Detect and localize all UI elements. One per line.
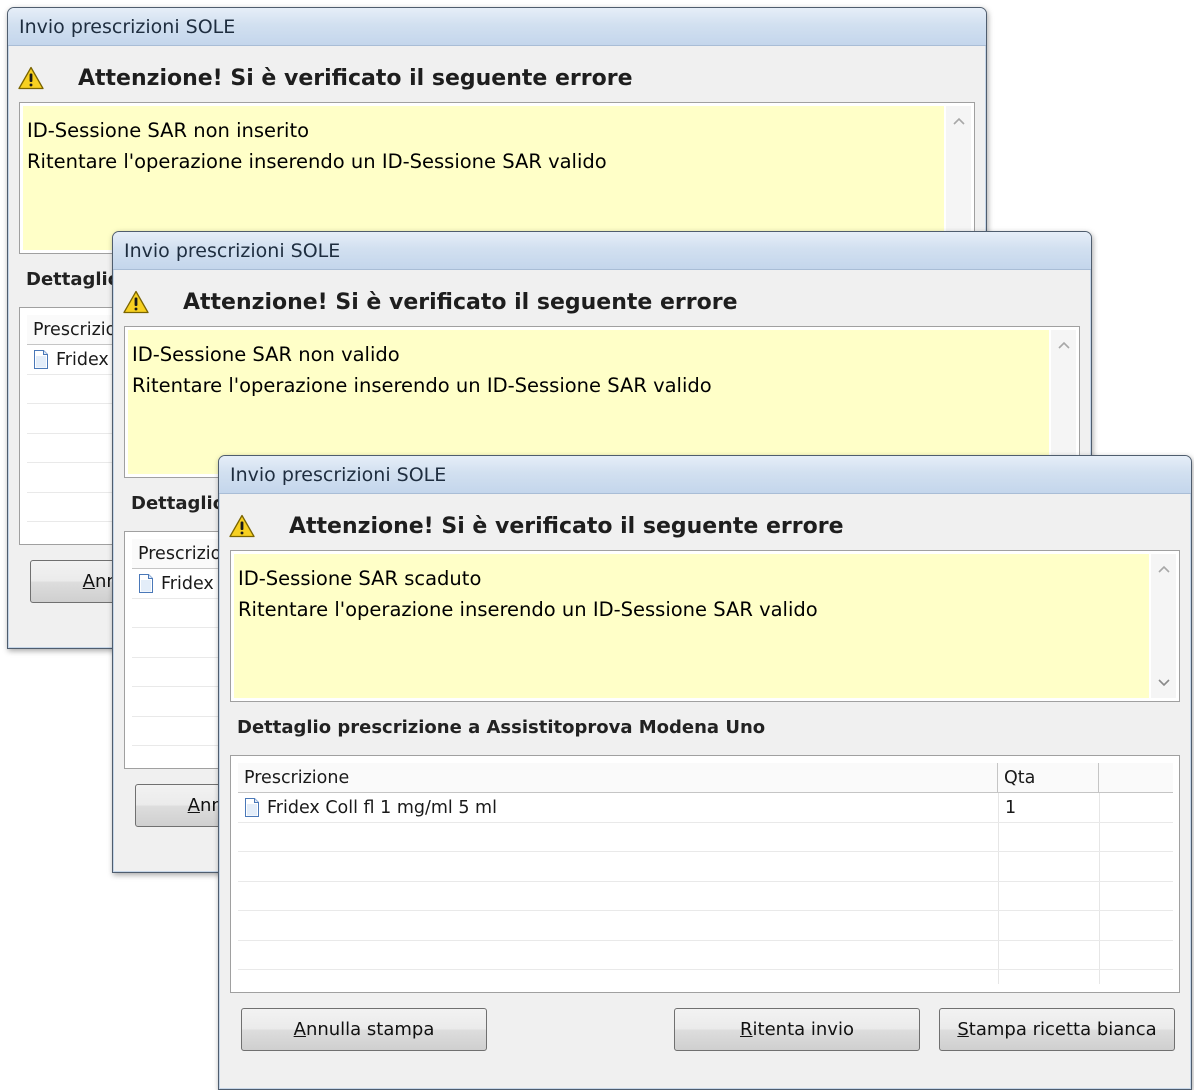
button-accelerator: A xyxy=(82,571,95,592)
ritenta-invio-button[interactable]: Ritenta invio xyxy=(674,1008,920,1051)
table-row-empty xyxy=(238,852,1173,882)
window-title: Invio prescrizioni SOLE xyxy=(124,239,341,262)
warning-icon xyxy=(123,290,149,314)
table-row-empty xyxy=(238,941,1173,970)
warning-icon xyxy=(229,514,255,538)
prescription-list[interactable]: Prescrizione Qta Fridex Coll fl 1 mg/ml … xyxy=(230,755,1180,993)
scroll-up-arrow-icon[interactable] xyxy=(1051,332,1076,358)
prescription-detail-label: Dettaglio prescrizione a Assistitoprova … xyxy=(237,717,766,738)
error-header-text: Attenzione! Si è verificato il seguente … xyxy=(289,513,844,539)
title-bar[interactable]: Invio prescrizioni SOLE xyxy=(8,8,986,46)
error-header-text: Attenzione! Si è verificato il seguente … xyxy=(78,65,633,91)
window-title: Invio prescrizioni SOLE xyxy=(19,15,236,38)
column-header-empty[interactable] xyxy=(1099,763,1169,792)
button-label: itenta invio xyxy=(752,1019,854,1040)
error-header: Attenzione! Si è verificato il seguente … xyxy=(123,282,738,322)
scroll-up-arrow-icon[interactable] xyxy=(946,108,971,134)
error-message-line: Ritentare l'operazione inserendo un ID-S… xyxy=(27,150,607,173)
button-accelerator: A xyxy=(293,1019,306,1040)
document-icon xyxy=(245,798,259,817)
error-header: Attenzione! Si è verificato il seguente … xyxy=(229,506,844,546)
table-row-empty xyxy=(238,823,1173,852)
scroll-down-arrow-icon[interactable] xyxy=(1151,670,1176,696)
error-message-line: Ritentare l'operazione inserendo un ID-S… xyxy=(238,598,818,621)
error-message-line: ID-Sessione SAR non inserito xyxy=(27,119,310,142)
list-header: Prescrizione Qta xyxy=(238,763,1173,793)
error-message-text: ID-Sessione SAR non valido Ritentare l'o… xyxy=(128,330,1049,474)
button-accelerator: R xyxy=(740,1019,753,1040)
list-rows: Fridex Coll fl 1 mg/ml 5 ml 1 xyxy=(238,793,1173,970)
cell-prescrizione: Fridex Coll fl 1 mg/ml 5 ml xyxy=(244,793,497,822)
table-row-empty xyxy=(238,911,1173,941)
button-accelerator: S xyxy=(957,1019,969,1040)
error-message-line: Ritentare l'operazione inserendo un ID-S… xyxy=(132,374,712,397)
button-label: tampa ricetta bianca xyxy=(968,1019,1157,1040)
stampa-ricetta-bianca-button[interactable]: Stampa ricetta bianca xyxy=(939,1008,1175,1051)
vertical-scrollbar[interactable] xyxy=(1151,554,1176,698)
table-row[interactable]: Fridex Coll fl 1 mg/ml 5 ml 1 xyxy=(238,793,1173,823)
column-header-prescrizione[interactable]: Prescrizione xyxy=(238,763,998,792)
annulla-stampa-button[interactable]: Annulla stampa xyxy=(241,1008,487,1051)
title-bar[interactable]: Invio prescrizioni SOLE xyxy=(219,456,1191,494)
button-accelerator: A xyxy=(187,795,200,816)
warning-icon xyxy=(18,66,44,90)
error-header: Attenzione! Si è verificato il seguente … xyxy=(18,58,633,98)
vertical-scrollbar[interactable] xyxy=(1051,330,1076,474)
title-bar[interactable]: Invio prescrizioni SOLE xyxy=(113,232,1091,270)
vertical-scrollbar[interactable] xyxy=(946,106,971,250)
error-message-text: ID-Sessione SAR non inserito Ritentare l… xyxy=(23,106,944,250)
document-icon xyxy=(34,350,48,369)
prescription-qty: 1 xyxy=(1005,797,1017,818)
error-message-line: ID-Sessione SAR scaduto xyxy=(238,567,482,590)
document-icon xyxy=(139,574,153,593)
scroll-up-arrow-icon[interactable] xyxy=(1151,556,1176,582)
error-header-text: Attenzione! Si è verificato il seguente … xyxy=(183,289,738,315)
error-dialog-3: Invio prescrizioni SOLE Attenzione! Si è… xyxy=(218,455,1192,1090)
error-message-line: ID-Sessione SAR non valido xyxy=(132,343,400,366)
button-label: nnulla stampa xyxy=(305,1019,435,1040)
cell-qta: 1 xyxy=(1005,793,1016,822)
prescription-name: Fridex Coll fl 1 mg/ml 5 ml xyxy=(267,797,497,818)
error-message-text: ID-Sessione SAR scaduto Ritentare l'oper… xyxy=(234,554,1149,698)
error-message-box[interactable]: ID-Sessione SAR scaduto Ritentare l'oper… xyxy=(230,550,1180,702)
table-row-empty xyxy=(238,882,1173,911)
column-header-qta[interactable]: Qta xyxy=(998,763,1099,792)
window-title: Invio prescrizioni SOLE xyxy=(230,463,447,486)
